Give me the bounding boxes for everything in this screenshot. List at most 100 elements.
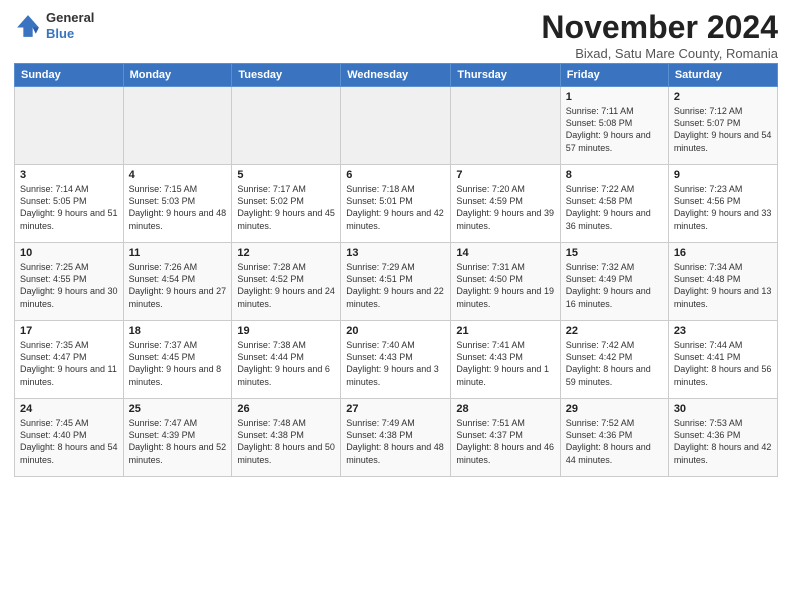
- day-info: Sunrise: 7:11 AM Sunset: 5:08 PM Dayligh…: [566, 105, 663, 154]
- day-info: Sunrise: 7:15 AM Sunset: 5:03 PM Dayligh…: [129, 183, 227, 232]
- logo-text: General Blue: [46, 10, 94, 41]
- day-number: 30: [674, 403, 772, 415]
- col-thursday: Thursday: [451, 64, 560, 87]
- day-number: 18: [129, 325, 227, 337]
- calendar-week-4: 17Sunrise: 7:35 AM Sunset: 4:47 PM Dayli…: [15, 321, 778, 399]
- day-info: Sunrise: 7:20 AM Sunset: 4:59 PM Dayligh…: [456, 183, 554, 232]
- calendar-cell: 8 Sunrise: 7:22 AM Sunset: 4:58 PM Daylig…: [560, 165, 668, 243]
- day-info: Sunrise: 7:42 AM Sunset: 4:42 PM Dayligh…: [566, 339, 663, 388]
- day-info: Sunrise: 7:47 AM Sunset: 4:39 PM Dayligh…: [129, 417, 227, 466]
- col-friday: Friday: [560, 64, 668, 87]
- day-info: Sunrise: 7:12 AM Sunset: 5:07 PM Dayligh…: [674, 105, 772, 154]
- title-block: November 2024 Bixad, Satu Mare County, R…: [541, 10, 778, 61]
- day-info: Sunrise: 7:49 AM Sunset: 4:38 PM Dayligh…: [346, 417, 445, 466]
- calendar-cell: 16Sunrise: 7:34 AM Sunset: 4:48 PM Dayli…: [668, 243, 777, 321]
- logo-icon: [14, 12, 42, 40]
- day-info: Sunrise: 7:31 AM Sunset: 4:50 PM Dayligh…: [456, 261, 554, 310]
- calendar-cell: 2 Sunrise: 7:12 AM Sunset: 5:07 PM Daylig…: [668, 87, 777, 165]
- calendar-cell: 11 Sunrise: 7:26 AM Sunset: 4:54 PM Dayli…: [123, 243, 232, 321]
- day-info: Sunrise: 7:40 AM Sunset: 4:43 PM Dayligh…: [346, 339, 445, 388]
- calendar-cell: 7 Sunrise: 7:20 AM Sunset: 4:59 PM Daylig…: [451, 165, 560, 243]
- calendar-cell: 26 Sunrise: 7:48 AM Sunset: 4:38 PM Dayli…: [232, 399, 341, 477]
- logo-line2: Blue: [46, 26, 94, 42]
- day-info: Sunrise: 7:28 AM Sunset: 4:52 PM Dayligh…: [237, 261, 335, 310]
- day-number: 2: [674, 91, 772, 103]
- calendar-cell: 23Sunrise: 7:44 AM Sunset: 4:41 PM Dayli…: [668, 321, 777, 399]
- calendar-week-2: 3 Sunrise: 7:14 AM Sunset: 5:05 PM Daylig…: [15, 165, 778, 243]
- day-number: 19: [237, 325, 335, 337]
- calendar: Sunday Monday Tuesday Wednesday Thursday…: [14, 63, 778, 477]
- day-number: 6: [346, 169, 445, 181]
- calendar-week-3: 10Sunrise: 7:25 AM Sunset: 4:55 PM Dayli…: [15, 243, 778, 321]
- day-info: Sunrise: 7:41 AM Sunset: 4:43 PM Dayligh…: [456, 339, 554, 388]
- day-info: Sunrise: 7:51 AM Sunset: 4:37 PM Dayligh…: [456, 417, 554, 466]
- calendar-cell: [123, 87, 232, 165]
- day-info: Sunrise: 7:48 AM Sunset: 4:38 PM Dayligh…: [237, 417, 335, 466]
- day-info: Sunrise: 7:14 AM Sunset: 5:05 PM Dayligh…: [20, 183, 118, 232]
- calendar-cell: 27 Sunrise: 7:49 AM Sunset: 4:38 PM Dayli…: [341, 399, 451, 477]
- day-number: 23: [674, 325, 772, 337]
- day-info: Sunrise: 7:23 AM Sunset: 4:56 PM Dayligh…: [674, 183, 772, 232]
- calendar-body: 1Sunrise: 7:11 AM Sunset: 5:08 PM Daylig…: [15, 87, 778, 477]
- day-info: Sunrise: 7:53 AM Sunset: 4:36 PM Dayligh…: [674, 417, 772, 466]
- day-info: Sunrise: 7:37 AM Sunset: 4:45 PM Dayligh…: [129, 339, 227, 388]
- calendar-cell: 25 Sunrise: 7:47 AM Sunset: 4:39 PM Dayli…: [123, 399, 232, 477]
- col-tuesday: Tuesday: [232, 64, 341, 87]
- day-number: 27: [346, 403, 445, 415]
- calendar-cell: 21 Sunrise: 7:41 AM Sunset: 4:43 PM Dayli…: [451, 321, 560, 399]
- calendar-cell: 13 Sunrise: 7:29 AM Sunset: 4:51 PM Dayli…: [341, 243, 451, 321]
- day-number: 4: [129, 169, 227, 181]
- day-number: 15: [566, 247, 663, 259]
- day-number: 26: [237, 403, 335, 415]
- calendar-cell: 10Sunrise: 7:25 AM Sunset: 4:55 PM Dayli…: [15, 243, 124, 321]
- calendar-cell: 24 Sunrise: 7:45 AM Sunset: 4:40 PM Dayli…: [15, 399, 124, 477]
- calendar-cell: 1Sunrise: 7:11 AM Sunset: 5:08 PM Daylig…: [560, 87, 668, 165]
- day-info: Sunrise: 7:26 AM Sunset: 4:54 PM Dayligh…: [129, 261, 227, 310]
- day-info: Sunrise: 7:32 AM Sunset: 4:49 PM Dayligh…: [566, 261, 663, 310]
- header-row: Sunday Monday Tuesday Wednesday Thursday…: [15, 64, 778, 87]
- logo: General Blue: [14, 10, 94, 41]
- day-number: 7: [456, 169, 554, 181]
- calendar-cell: 29 Sunrise: 7:52 AM Sunset: 4:36 PM Dayli…: [560, 399, 668, 477]
- calendar-cell: 12 Sunrise: 7:28 AM Sunset: 4:52 PM Dayli…: [232, 243, 341, 321]
- calendar-cell: 4 Sunrise: 7:15 AM Sunset: 5:03 PM Daylig…: [123, 165, 232, 243]
- day-info: Sunrise: 7:29 AM Sunset: 4:51 PM Dayligh…: [346, 261, 445, 310]
- calendar-cell: [232, 87, 341, 165]
- header: General Blue November 2024 Bixad, Satu M…: [14, 10, 778, 61]
- day-number: 11: [129, 247, 227, 259]
- calendar-cell: 6Sunrise: 7:18 AM Sunset: 5:01 PM Daylig…: [341, 165, 451, 243]
- calendar-cell: 15 Sunrise: 7:32 AM Sunset: 4:49 PM Dayli…: [560, 243, 668, 321]
- calendar-cell: [341, 87, 451, 165]
- calendar-week-5: 24 Sunrise: 7:45 AM Sunset: 4:40 PM Dayli…: [15, 399, 778, 477]
- col-monday: Monday: [123, 64, 232, 87]
- day-number: 13: [346, 247, 445, 259]
- day-info: Sunrise: 7:34 AM Sunset: 4:48 PM Dayligh…: [674, 261, 772, 310]
- logo-line1: General: [46, 10, 94, 26]
- calendar-cell: 22 Sunrise: 7:42 AM Sunset: 4:42 PM Dayli…: [560, 321, 668, 399]
- day-number: 3: [20, 169, 118, 181]
- day-info: Sunrise: 7:25 AM Sunset: 4:55 PM Dayligh…: [20, 261, 118, 310]
- day-number: 8: [566, 169, 663, 181]
- day-number: 24: [20, 403, 118, 415]
- calendar-week-1: 1Sunrise: 7:11 AM Sunset: 5:08 PM Daylig…: [15, 87, 778, 165]
- day-number: 20: [346, 325, 445, 337]
- col-sunday: Sunday: [15, 64, 124, 87]
- calendar-header: Sunday Monday Tuesday Wednesday Thursday…: [15, 64, 778, 87]
- day-number: 5: [237, 169, 335, 181]
- subtitle: Bixad, Satu Mare County, Romania: [541, 46, 778, 61]
- day-info: Sunrise: 7:22 AM Sunset: 4:58 PM Dayligh…: [566, 183, 663, 232]
- calendar-cell: 17Sunrise: 7:35 AM Sunset: 4:47 PM Dayli…: [15, 321, 124, 399]
- day-info: Sunrise: 7:17 AM Sunset: 5:02 PM Dayligh…: [237, 183, 335, 232]
- calendar-cell: [15, 87, 124, 165]
- day-info: Sunrise: 7:45 AM Sunset: 4:40 PM Dayligh…: [20, 417, 118, 466]
- calendar-cell: 14Sunrise: 7:31 AM Sunset: 4:50 PM Dayli…: [451, 243, 560, 321]
- day-number: 25: [129, 403, 227, 415]
- day-number: 22: [566, 325, 663, 337]
- day-number: 12: [237, 247, 335, 259]
- day-number: 21: [456, 325, 554, 337]
- calendar-cell: 30 Sunrise: 7:53 AM Sunset: 4:36 PM Dayli…: [668, 399, 777, 477]
- day-info: Sunrise: 7:52 AM Sunset: 4:36 PM Dayligh…: [566, 417, 663, 466]
- calendar-cell: 3 Sunrise: 7:14 AM Sunset: 5:05 PM Daylig…: [15, 165, 124, 243]
- col-saturday: Saturday: [668, 64, 777, 87]
- day-number: 29: [566, 403, 663, 415]
